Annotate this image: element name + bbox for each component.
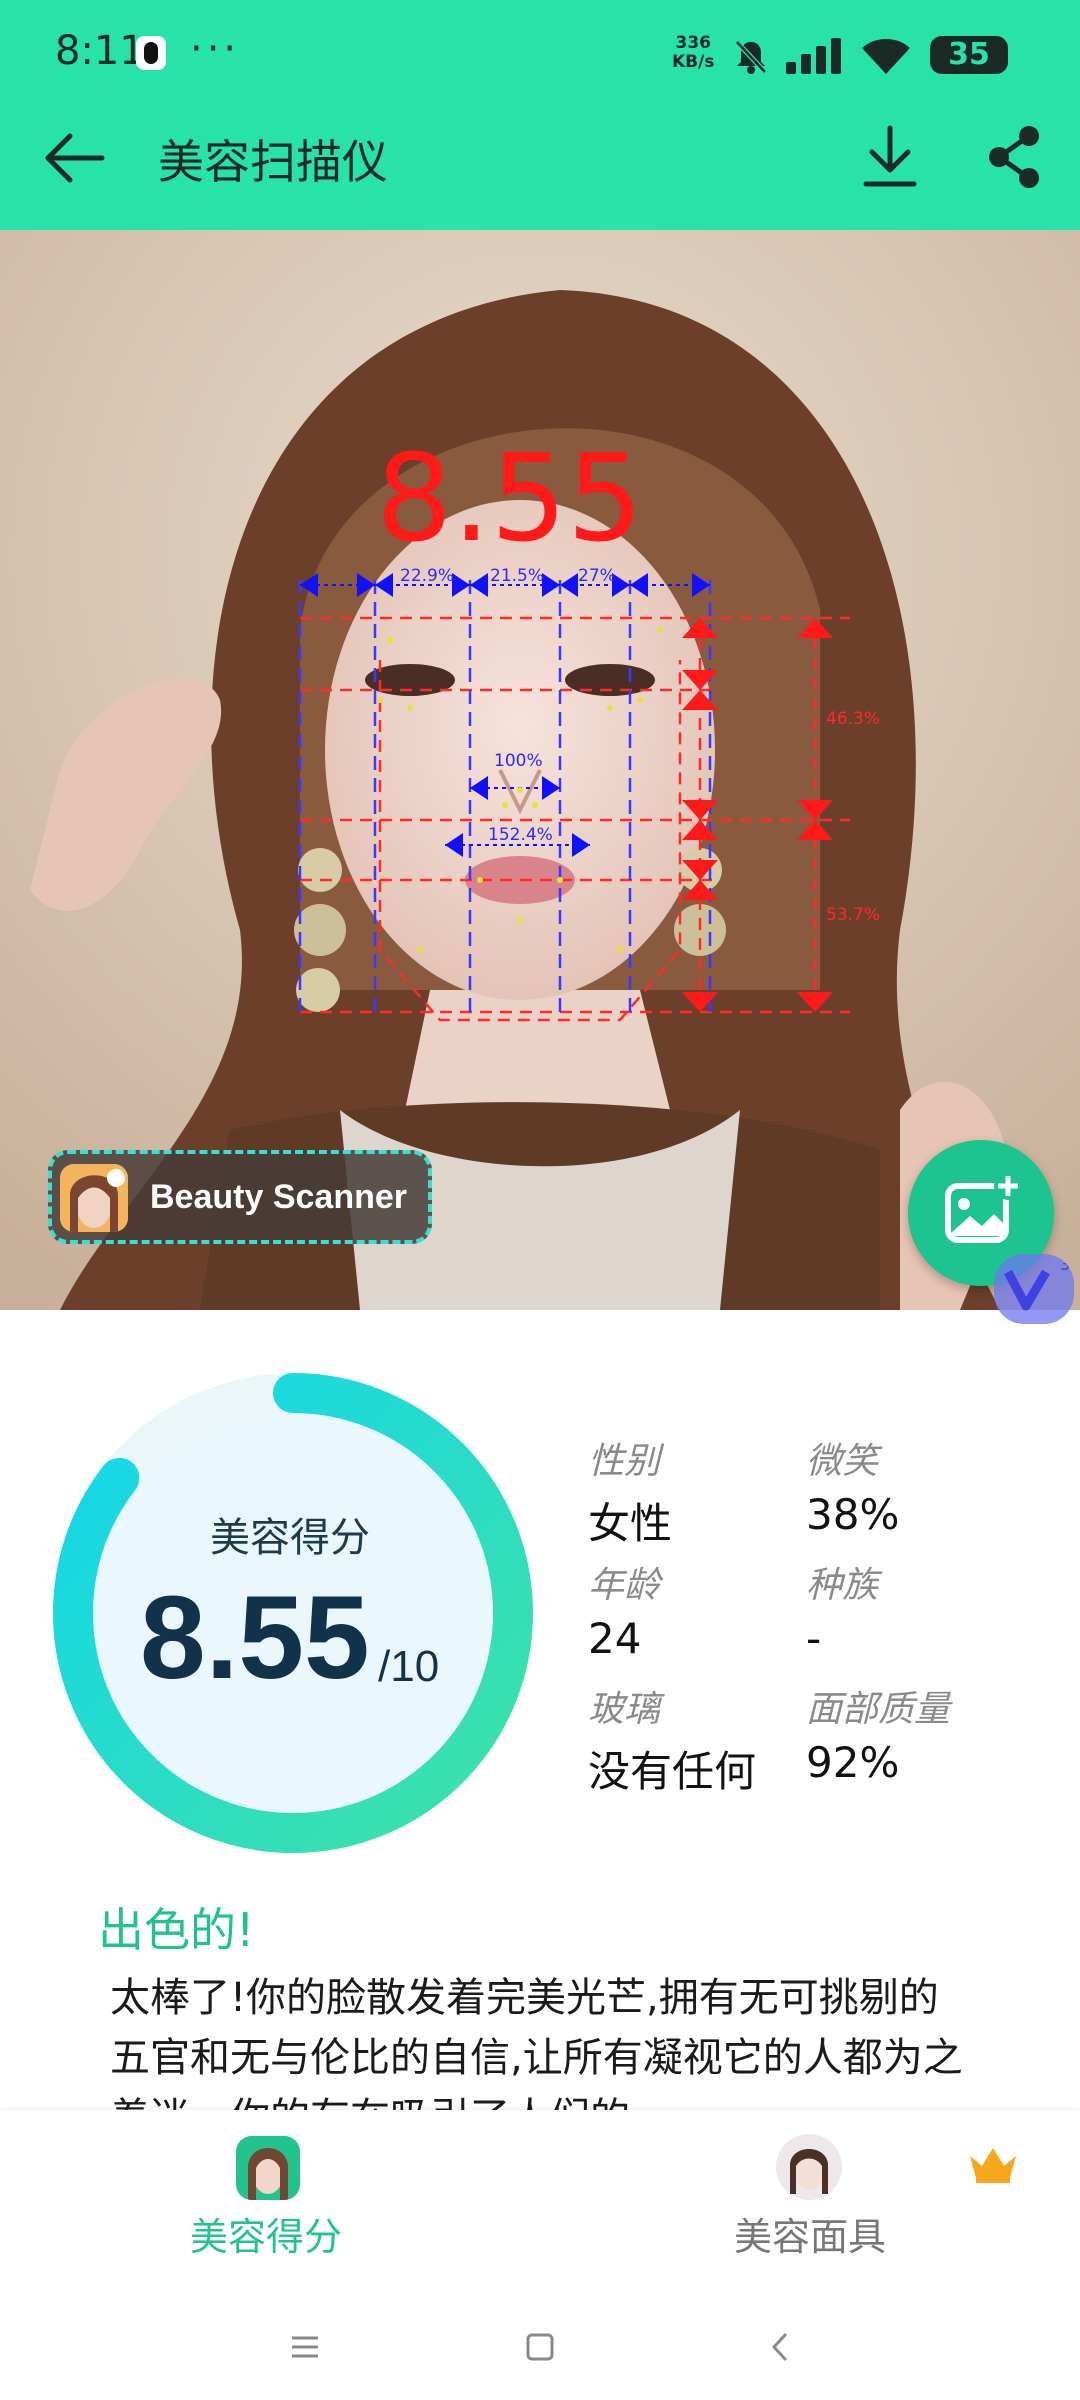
age-label: 年龄 bbox=[588, 1565, 661, 1606]
back-arrow-button[interactable] bbox=[40, 128, 110, 188]
ethnicity-value: - bbox=[806, 1614, 822, 1663]
result-description: 太棒了!你的脸散发着完美光芒,拥有无可挑剔的五官和无与伦比的自信,让所有凝视它的… bbox=[110, 1975, 963, 2110]
app-header bbox=[0, 0, 1080, 230]
beauty-score-tab-icon[interactable] bbox=[236, 2136, 300, 2200]
app-logo-icon bbox=[60, 1164, 128, 1232]
floating-vpn-icon[interactable]: 3 bbox=[994, 1254, 1074, 1324]
smile-label: 微笑 bbox=[806, 1441, 879, 1482]
tab-beauty-score[interactable]: 美容得分 bbox=[190, 2206, 342, 2261]
measure-label: 46.3% bbox=[826, 709, 880, 729]
share-button[interactable] bbox=[985, 124, 1045, 190]
gender-label: 性别 bbox=[588, 1441, 661, 1482]
page-title: 美容扫描仪 bbox=[158, 135, 388, 189]
network-speed-unit: KB/s bbox=[672, 52, 715, 72]
download-button[interactable] bbox=[860, 122, 920, 192]
glasses-value: 没有任何 bbox=[588, 1747, 757, 1796]
result-verdict: 出色的! bbox=[98, 1903, 255, 1957]
system-navigation-bar bbox=[292, 2332, 788, 2362]
age-value: 24 bbox=[588, 1614, 642, 1663]
measure-label: 53.7% bbox=[826, 905, 880, 925]
badge-label: Beauty Scanner bbox=[150, 1178, 407, 1216]
beauty-mask-tab-icon[interactable] bbox=[776, 2134, 842, 2200]
score-label: 美容得分 bbox=[210, 1515, 370, 1561]
smile-value: 38% bbox=[806, 1490, 900, 1539]
menu-icon[interactable] bbox=[292, 2336, 318, 2358]
ethnicity-label: 种族 bbox=[806, 1565, 879, 1606]
measure-label: 22.9% bbox=[400, 566, 454, 586]
measure-label: 100% bbox=[494, 751, 543, 771]
home-icon[interactable] bbox=[526, 2333, 554, 2361]
score-value: 8.55 bbox=[140, 1572, 370, 1704]
glasses-label: 玻璃 bbox=[588, 1689, 661, 1730]
network-speed-value: 336 bbox=[675, 33, 711, 53]
face-quality-label: 面部质量 bbox=[806, 1689, 951, 1730]
back-icon[interactable] bbox=[771, 2332, 788, 2362]
network-speed: 336 KB/s bbox=[672, 34, 714, 72]
battery-indicator: 35 bbox=[930, 36, 1008, 74]
tab-beauty-mask[interactable]: 美容面具 bbox=[734, 2206, 886, 2261]
score-max: /10 bbox=[378, 1642, 440, 1691]
face-quality-value: 92% bbox=[806, 1738, 900, 1787]
measure-label: 21.5% bbox=[490, 566, 544, 586]
premium-crown-icon[interactable] bbox=[966, 2142, 1020, 2184]
wifi-icon bbox=[862, 39, 910, 74]
photo-score-overlay: 8.55 bbox=[376, 430, 644, 569]
gender-value: 女性 bbox=[588, 1499, 673, 1548]
face-analysis-photo: 22.9% 21.5% 27% 100% 152.4% 46.3% 53.7% bbox=[0, 230, 1080, 1310]
measure-label: 152.4% bbox=[488, 825, 553, 845]
mute-bell-icon bbox=[735, 40, 767, 74]
measure-label: 27% bbox=[578, 566, 616, 586]
status-time: 8:11 bbox=[55, 28, 145, 74]
qq-notification-icon bbox=[136, 36, 166, 70]
more-notifications-icon: ··· bbox=[190, 26, 241, 72]
cell-signal-icon bbox=[786, 38, 841, 74]
